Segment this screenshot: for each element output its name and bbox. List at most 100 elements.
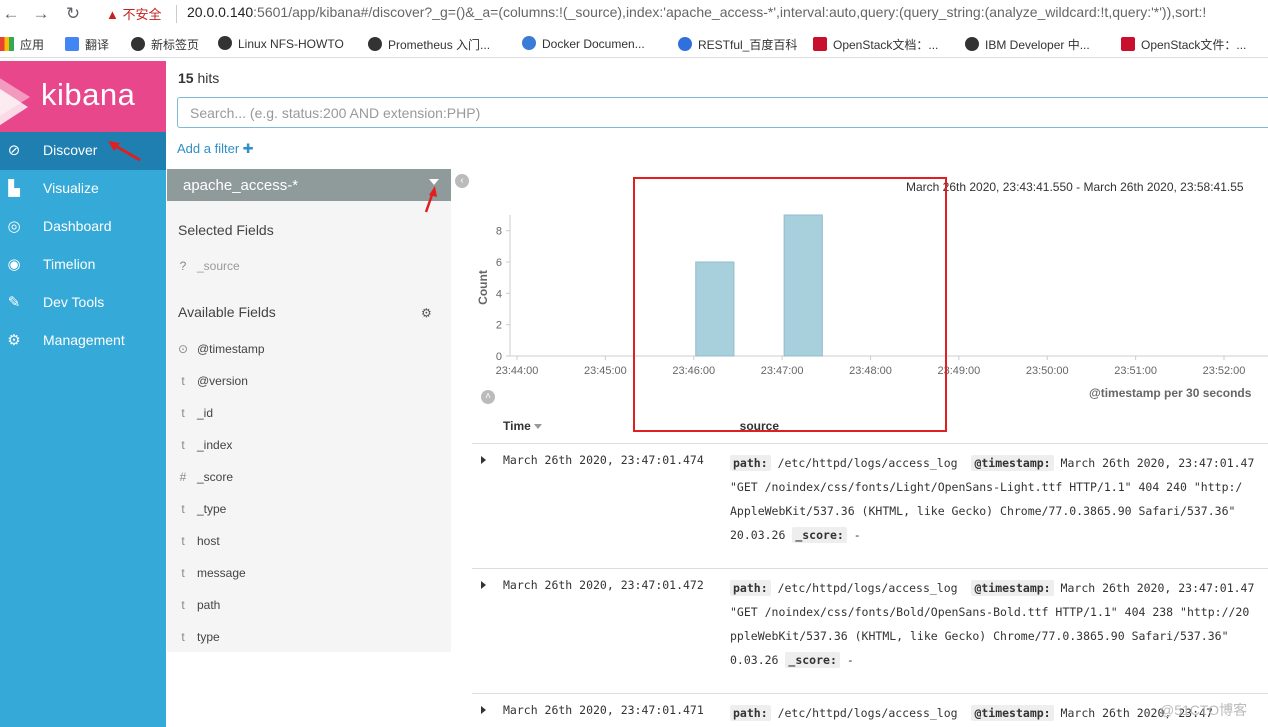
expand-caret-icon[interactable] bbox=[481, 456, 486, 464]
field-row[interactable]: t path bbox=[167, 595, 451, 617]
bookmark-openstack-files[interactable]: OpenStack文件：... bbox=[1121, 36, 1246, 53]
hits-count: 15 hits bbox=[178, 70, 219, 86]
bookmark-label: 新标签页 bbox=[151, 38, 200, 52]
kibana-logo[interactable]: kibana bbox=[0, 61, 166, 132]
field-value: 0.03.26 bbox=[730, 653, 779, 667]
field-type-icon: ? bbox=[179, 259, 187, 273]
source-line: path: /etc/httpd/logs/access_log @timest… bbox=[730, 455, 1255, 471]
add-filter-link[interactable]: Add a filter ✚ bbox=[177, 141, 254, 157]
nav-label: Management bbox=[43, 332, 125, 348]
y-tick-label: 6 bbox=[496, 257, 502, 269]
field-name: @version bbox=[197, 374, 248, 388]
nav-label: Dashboard bbox=[43, 218, 112, 234]
field-type-icon: t bbox=[181, 438, 185, 452]
field-key: path: bbox=[730, 580, 771, 596]
row-time: March 26th 2020, 23:47:01.474 bbox=[503, 453, 704, 467]
table-row[interactable]: March 26th 2020, 23:47:01.474 path: /etc… bbox=[472, 453, 1268, 578]
bookmark-ibm-developer[interactable]: IBM Developer 中... bbox=[965, 36, 1090, 53]
bookmark-docker[interactable]: Docker Documen... bbox=[522, 36, 645, 51]
search-input[interactable]: Search... (e.g. status:200 AND extension… bbox=[177, 97, 1268, 128]
url-host: 20.0.0.140 bbox=[187, 4, 254, 20]
field-type-icon: t bbox=[181, 406, 185, 420]
bookmark-prometheus[interactable]: Prometheus 入门... bbox=[368, 36, 490, 53]
collapse-sidebar-icon[interactable]: ‹ bbox=[455, 174, 469, 188]
field-key: path: bbox=[730, 705, 771, 721]
nav-label: Dev Tools bbox=[43, 294, 105, 310]
logo-wordmark: kibana bbox=[41, 77, 136, 112]
security-warning-label: 不安全 bbox=[122, 7, 162, 22]
index-pattern-name: apache_access-* bbox=[183, 177, 299, 194]
caret-down-icon[interactable] bbox=[429, 179, 439, 185]
source-line: 0.03.26 _score: - bbox=[730, 652, 854, 668]
field-value: /etc/httpd/logs/access_log bbox=[777, 456, 958, 470]
field-row[interactable]: t message bbox=[167, 563, 451, 585]
ibm-icon bbox=[965, 37, 979, 51]
bookmark-restful[interactable]: RESTful_百度百科 bbox=[678, 36, 797, 53]
bookmark-label: Prometheus 入门... bbox=[388, 38, 491, 52]
field-row[interactable]: t host bbox=[167, 531, 451, 553]
bookmark-new-tab[interactable]: 新标签页 bbox=[131, 36, 199, 53]
reload-icon[interactable]: ↻ bbox=[62, 3, 84, 25]
prometheus-icon bbox=[368, 37, 382, 51]
nav-dashboard[interactable]: ◎ Dashboard bbox=[0, 208, 166, 246]
bookmark-label: OpenStack文档：... bbox=[833, 38, 939, 52]
field-row[interactable]: ⊙ @timestamp bbox=[167, 339, 451, 361]
bookmark-translate[interactable]: 翻译 bbox=[65, 36, 109, 53]
field-value: /etc/httpd/logs/access_log bbox=[777, 706, 958, 720]
warning-triangle-icon: ▲ bbox=[106, 7, 119, 22]
field-value: - bbox=[853, 528, 861, 542]
index-pattern-selector[interactable]: apache_access-* bbox=[167, 169, 451, 201]
source-line: AppleWebKit/537.36 (KHTML, like Gecko) C… bbox=[730, 504, 1236, 518]
bookmark-apps[interactable]: 应用 bbox=[0, 36, 44, 53]
field-value: March 26th 2020, 23:47:01.47 bbox=[1060, 581, 1255, 595]
url-field[interactable]: 20.0.0.140:5601/app/kibana#/discover?_g=… bbox=[187, 4, 1206, 20]
nav-dev-tools[interactable]: ✎ Dev Tools bbox=[0, 284, 166, 322]
nav-timelion[interactable]: ◉ Timelion bbox=[0, 246, 166, 284]
source-line: ppleWebKit/537.36 (KHTML, like Gecko) Ch… bbox=[730, 629, 1229, 643]
field-row[interactable]: t _type bbox=[167, 499, 451, 521]
table-row[interactable]: March 26th 2020, 23:47:01.471 path: /etc… bbox=[472, 703, 1268, 727]
field-name: _index bbox=[197, 438, 233, 452]
forward-arrow-icon[interactable]: → bbox=[30, 3, 52, 25]
bookmarks-bar: 应用 翻译 新标签页 Linux NFS-HOWTO Prometheus 入门… bbox=[0, 30, 1268, 58]
field-value: March 26th 2020, 23:47:01.47 bbox=[1060, 456, 1255, 470]
field-row[interactable]: t @version bbox=[167, 371, 451, 393]
field-type-icon: t bbox=[181, 374, 185, 388]
column-header-time[interactable]: Time bbox=[503, 419, 542, 433]
x-tick-label: 23:50:00 bbox=[1026, 365, 1069, 377]
compass-icon: ⊘ bbox=[7, 142, 21, 159]
field-type-icon: t bbox=[181, 630, 185, 644]
wrench-icon: ✎ bbox=[7, 294, 21, 311]
expand-caret-icon[interactable] bbox=[481, 706, 486, 714]
dashboard-icon: ◎ bbox=[7, 218, 21, 235]
watermark: @51CTO博客 bbox=[1160, 702, 1248, 718]
field-row[interactable]: # _score bbox=[167, 467, 451, 489]
field-row[interactable]: t type bbox=[167, 627, 451, 649]
field-row[interactable]: t _index bbox=[167, 435, 451, 457]
security-warning[interactable]: ▲ 不安全 bbox=[106, 4, 162, 23]
nav-management[interactable]: ⚙ Management bbox=[0, 322, 166, 360]
table-divider bbox=[472, 568, 1268, 569]
field-type-icon: t bbox=[181, 566, 185, 580]
field-name: _score bbox=[197, 470, 234, 484]
bookmark-openstack-docs[interactable]: OpenStack文档：... bbox=[813, 36, 938, 53]
back-arrow-icon[interactable]: ← bbox=[0, 3, 22, 25]
sort-caret-icon[interactable] bbox=[533, 424, 542, 429]
bookmark-label: Linux NFS-HOWTO bbox=[238, 37, 344, 51]
table-divider bbox=[472, 693, 1268, 694]
openstack-icon bbox=[1121, 37, 1135, 51]
available-fields-title: Available Fields bbox=[178, 304, 276, 320]
gear-icon[interactable]: ⚙ bbox=[421, 306, 432, 320]
bar-chart-icon: ▙ bbox=[8, 180, 20, 197]
field-row[interactable]: t _id bbox=[167, 403, 451, 425]
table-divider bbox=[472, 443, 1268, 444]
gear-icon: ⚙ bbox=[7, 332, 21, 349]
field-key: _score: bbox=[792, 527, 847, 543]
field-name: host bbox=[197, 534, 220, 548]
plus-icon: ✚ bbox=[242, 141, 254, 156]
field-row[interactable]: ? _source bbox=[167, 256, 451, 278]
expand-caret-icon[interactable] bbox=[481, 581, 486, 589]
nav-visualize[interactable]: ▙ Visualize bbox=[0, 170, 166, 208]
bookmark-linux-nfs[interactable]: Linux NFS-HOWTO bbox=[218, 36, 344, 51]
table-row[interactable]: March 26th 2020, 23:47:01.472 path: /etc… bbox=[472, 578, 1268, 703]
